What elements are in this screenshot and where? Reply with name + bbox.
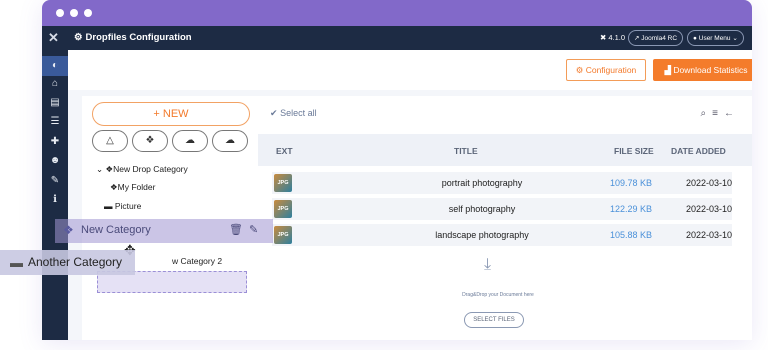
column-ext[interactable]: EXT [276,146,293,156]
select-files-button[interactable]: SELECT FILES [464,312,524,328]
jpg-file-icon: JPG [274,200,292,218]
chevron-down-icon: ⌄ [96,164,104,174]
window-dot [70,9,78,17]
column-date-added[interactable]: DATE ADDED [671,146,726,156]
table-row[interactable]: JPG landscape photography 105.88 KB 2022… [272,224,732,246]
file-title: portrait photography [441,178,523,188]
window-dot [56,9,64,17]
trash-icon[interactable]: 🗑 [229,223,243,236]
info-icon[interactable]: ℹ [48,193,62,207]
version-label: ✖ 4.1.0 [600,33,626,42]
file-date: 2022-03-10 [685,230,732,240]
gear-icon: ⚙ [74,32,83,43]
edit-icon[interactable]: ✎ [249,223,258,236]
window-dot [84,9,92,17]
download-icon: ⤓ [484,256,492,273]
column-title[interactable]: TITLE [454,146,478,156]
toggle-icon[interactable]: ◐ [48,59,62,73]
file-size: 122.29 KB [609,204,652,214]
dragged-another-category[interactable]: ▬ Another Category [0,250,135,275]
external-link-icon: ↗ [634,35,640,42]
gear-icon: ⚙ [575,65,584,75]
admin-topbar: ✕ ⚙ Dropfiles Configuration ✖ 4.1.0 ↗ Joo… [42,26,752,50]
user-menu-button[interactable]: ● User Menu ⌄ [687,30,744,46]
folder-icon: ▬ [104,201,113,211]
table-header: EXT TITLE FILE SIZE DATE ADDED [258,134,752,166]
tree-item-picture[interactable]: ▬ Picture [104,201,141,211]
dragged-category[interactable]: ❖ New Category 🗑 ✎ [55,219,273,243]
file-list-panel: ✔ Select all ⌕≡← EXT TITLE FILE SIZE DAT… [258,96,752,340]
file-date: 2022-03-10 [685,204,732,214]
download-statistics-button[interactable]: ▟ Download Statistics [653,59,752,81]
wrench-icon[interactable]: ✎ [48,174,62,188]
chart-icon: ▟ [664,65,671,75]
file-size: 105.88 KB [609,230,652,240]
page-title: ⚙ Dropfiles Configuration [74,32,192,43]
chevron-down-icon: ⌄ [732,35,738,42]
check-icon: ✔ [270,108,278,118]
list-icon[interactable]: ☰ [48,115,62,129]
filter-icon[interactable]: ≡ [712,108,724,119]
collapse-icon[interactable]: ← [724,108,740,119]
select-all-link[interactable]: ✔ Select all [270,108,317,119]
users-icon[interactable]: ☻ [48,154,62,168]
home-icon[interactable]: ⌂ [48,77,62,91]
joomla-logo-icon[interactable]: ✕ [48,30,62,46]
dropbox-icon: ❖ [63,223,74,237]
onedrive-icon[interactable]: ☁ [172,130,208,152]
dropbox-icon: ❖ [105,164,114,174]
file-size: 109.78 KB [609,178,652,188]
window-titlebar [42,0,752,26]
tree-item-new-drop-category[interactable]: ⌄ ❖New Drop Category [96,164,188,175]
search-icon[interactable]: ⌕ [701,108,713,119]
table-row[interactable]: JPG portrait photography 109.78 KB 2022-… [272,172,732,194]
jpg-file-icon: JPG [274,174,292,192]
toolbar: ⚙ Configuration ▟ Download Statistics [68,50,752,90]
drop-zone-text: Drag&Drop your Document here [462,292,534,298]
folder-icon: ▬ [10,255,23,270]
file-icon[interactable]: ▤ [48,96,62,110]
dropbox-icon[interactable]: ❖ [132,130,168,152]
category-panel: + NEW △ ❖ ☁ ☁ ⌄ ❖New Drop Category ❖My F… [82,96,258,340]
sidebar: ◐ ⌂ ▤ ☰ ✚ ☻ ✎ ℹ [42,50,68,340]
onedrive-business-icon[interactable]: ☁ [212,130,248,152]
file-date: 2022-03-10 [685,178,732,188]
dragged-category-label: New Category [81,224,151,236]
configuration-button[interactable]: ⚙ Configuration [566,59,646,81]
tree-item-my-folder[interactable]: ❖My Folder [110,182,155,193]
another-category-label: Another Category [28,255,123,269]
dropbox-icon: ❖ [110,182,118,192]
table-row[interactable]: JPG self photography 122.29 KB 2022-03-1… [272,198,732,220]
file-title: self photography [448,204,516,214]
file-title: landscape photography [435,230,529,240]
new-category-button[interactable]: + NEW [92,102,250,126]
user-icon: ● [693,35,697,42]
list-tools: ⌕≡← [701,108,740,119]
google-drive-icon[interactable]: △ [92,130,128,152]
puzzle-icon[interactable]: ✚ [48,135,62,149]
tree-item-category-2[interactable]: w Category 2 [172,256,222,266]
joomla-version-button[interactable]: ↗ Joomla4 RC [628,30,684,46]
jpg-file-icon: JPG [274,226,292,244]
column-file-size[interactable]: FILE SIZE [614,146,654,156]
